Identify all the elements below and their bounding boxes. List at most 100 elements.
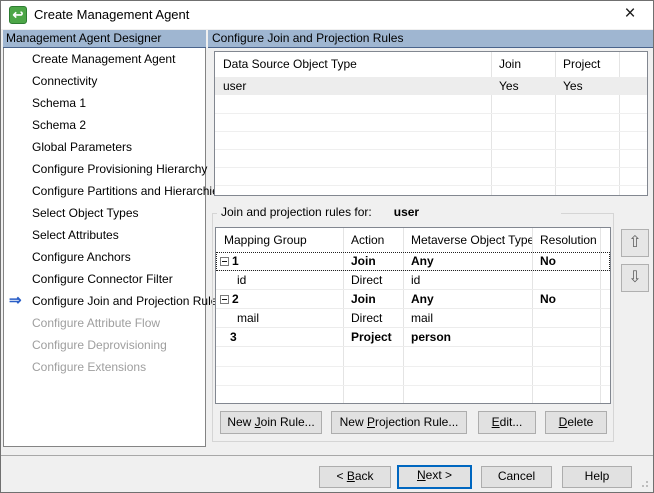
sidebar-item-label: Connectivity	[32, 74, 98, 88]
rules-for-object: user	[393, 205, 420, 219]
sidebar-item-label: Schema 1	[32, 96, 87, 110]
collapse-expander-icon[interactable]	[220, 295, 229, 304]
sidebar-item-label: Configure Anchors	[32, 250, 131, 264]
cell-mapping-group: 3	[230, 330, 237, 344]
sidebar-item-select-object-types[interactable]: Select Object Types	[4, 202, 205, 224]
sidebar-header: Management Agent Designer	[3, 30, 206, 48]
cell-metaverse: Any	[411, 292, 434, 306]
sidebar-item-label: Configure Provisioning Hierarchy	[32, 162, 208, 176]
cell-action: Project	[351, 330, 392, 344]
cancel-button[interactable]: Cancel	[481, 466, 552, 488]
column-header-mapping-group[interactable]: Mapping Group	[216, 228, 343, 252]
sidebar-item-configure-partitions-and-hierarchies[interactable]: Configure Partitions and Hierarchies	[4, 180, 225, 202]
cell-resolution	[532, 271, 600, 289]
cell-action: Direct	[351, 311, 383, 325]
cell-metaverse: id	[411, 273, 421, 287]
cell-metaverse: Any	[411, 254, 434, 268]
grid-line	[216, 385, 610, 386]
move-down-button[interactable]: ⇩	[621, 264, 649, 292]
grid-line	[215, 131, 647, 132]
next-button[interactable]: Next >	[397, 465, 472, 489]
column-header-project[interactable]: Project	[555, 52, 619, 77]
cell-mapping-group: 2	[232, 292, 239, 306]
sidebar-item-label: Configure Attribute Flow	[32, 316, 161, 330]
new-projection-rule-button[interactable]: New Projection Rule...	[331, 411, 467, 434]
new-join-rule-button[interactable]: New Join Rule...	[220, 411, 322, 434]
sidebar-item-label: Select Object Types	[32, 206, 139, 220]
cell-metaverse: mail	[411, 311, 434, 325]
current-step-arrow-icon: ⇒	[9, 292, 22, 309]
cell-action: Join	[351, 254, 376, 268]
rules-table-header: Mapping Group Action Metaverse Object Ty…	[216, 228, 610, 252]
sidebar-item-configure-anchors[interactable]: Configure Anchors	[4, 246, 205, 268]
rules-for-label: Join and projection rules for:	[221, 205, 372, 219]
collapse-expander-icon[interactable]	[220, 257, 229, 266]
title-bar: ↩ Create Management Agent ×	[1, 1, 653, 29]
help-button[interactable]: Help	[562, 466, 632, 488]
sidebar-item-configure-attribute-flow: Configure Attribute Flow	[4, 312, 205, 334]
join-projection-rules-table: Mapping Group Action Metaverse Object Ty…	[215, 227, 611, 404]
table-row-user[interactable]: user Yes Yes	[215, 77, 647, 95]
cell-resolution: No	[540, 292, 556, 306]
sidebar-item-label: Create Management Agent	[32, 52, 176, 66]
rule-row-group-2[interactable]: 2 Join Any No	[216, 290, 610, 309]
sidebar-item-create-management-agent[interactable]: Create Management Agent	[4, 48, 205, 70]
cell-action: Direct	[351, 273, 383, 287]
sidebar-item-label: Global Parameters	[32, 140, 133, 154]
cell-mapping-group: id	[237, 273, 247, 287]
delete-button[interactable]: Delete	[545, 411, 607, 434]
grid-line	[215, 113, 647, 114]
cell-project: Yes	[563, 79, 583, 93]
cell-action: Join	[351, 292, 376, 306]
move-up-button[interactable]: ⇧	[621, 229, 649, 257]
sidebar-item-configure-extensions: Configure Extensions	[4, 356, 205, 378]
sidebar-item-label: Configure Join and Projection Rules	[32, 294, 224, 308]
sidebar-item-label: Select Attributes	[32, 228, 119, 242]
management-agent-icon: ↩	[9, 6, 27, 24]
cell-join: Yes	[499, 79, 519, 93]
grid-line	[215, 149, 647, 150]
create-management-agent-dialog: ↩ Create Management Agent × Management A…	[0, 0, 654, 493]
rule-row-group-3[interactable]: 3 Project person	[216, 328, 610, 347]
column-header-join[interactable]: Join	[491, 52, 555, 77]
page-title: Configure Join and Projection Rules	[208, 30, 653, 48]
back-button[interactable]: < Back	[319, 466, 391, 488]
rule-row-mail[interactable]: mail Direct mail	[216, 309, 610, 328]
grid-line	[215, 185, 647, 186]
sidebar-item-schema-2[interactable]: Schema 2	[4, 114, 205, 136]
sidebar-item-select-attributes[interactable]: Select Attributes	[4, 224, 205, 246]
cell-resolution	[532, 309, 600, 327]
close-icon[interactable]: ×	[615, 1, 645, 29]
grid-line	[215, 167, 647, 168]
rule-row-group-1[interactable]: 1 Join Any No	[216, 252, 610, 271]
sidebar-item-schema-1[interactable]: Schema 1	[4, 92, 205, 114]
footer-divider	[1, 455, 653, 456]
resize-grip[interactable]	[639, 478, 648, 487]
sidebar-item-connectivity[interactable]: Connectivity	[4, 70, 205, 92]
window-title: Create Management Agent	[34, 7, 190, 22]
sidebar-item-label: Configure Connector Filter	[32, 272, 173, 286]
sidebar-item-label: Configure Deprovisioning	[32, 338, 167, 352]
column-header-resolution[interactable]: Resolution	[532, 228, 600, 252]
sidebar-item-label: Configure Extensions	[32, 360, 147, 374]
sidebar-item-global-parameters[interactable]: Global Parameters	[4, 136, 205, 158]
column-header-action[interactable]: Action	[343, 228, 403, 252]
cell-mapping-group: mail	[237, 311, 260, 325]
down-arrow-icon: ⇩	[628, 269, 642, 286]
sidebar-item-configure-connector-filter[interactable]: Configure Connector Filter	[4, 268, 205, 290]
sidebar-item-label: Schema 2	[32, 118, 87, 132]
object-type-table: Data Source Object Type Join Project use…	[214, 51, 648, 196]
cell-resolution: No	[540, 254, 556, 268]
cell-metaverse: person	[411, 330, 452, 344]
sidebar-item-configure-join-and-projection-rules[interactable]: ⇒ Configure Join and Projection Rules	[4, 290, 223, 312]
sidebar-item-configure-provisioning-hierarchy[interactable]: Configure Provisioning Hierarchy	[4, 158, 208, 180]
cell-resolution	[532, 328, 600, 346]
object-type-table-header: Data Source Object Type Join Project	[215, 52, 647, 77]
cell-object-type: user	[223, 79, 247, 93]
edit-button[interactable]: Edit...	[478, 411, 536, 434]
rule-row-id[interactable]: id Direct id	[216, 271, 610, 290]
column-header-data-source-object-type[interactable]: Data Source Object Type	[215, 52, 491, 77]
rules-group-label: Join and projection rules for: user	[217, 205, 561, 221]
column-header-metaverse-object-type[interactable]: Metaverse Object Type	[403, 228, 532, 252]
wizard-step-list: Create Management Agent Connectivity Sch…	[3, 48, 225, 447]
